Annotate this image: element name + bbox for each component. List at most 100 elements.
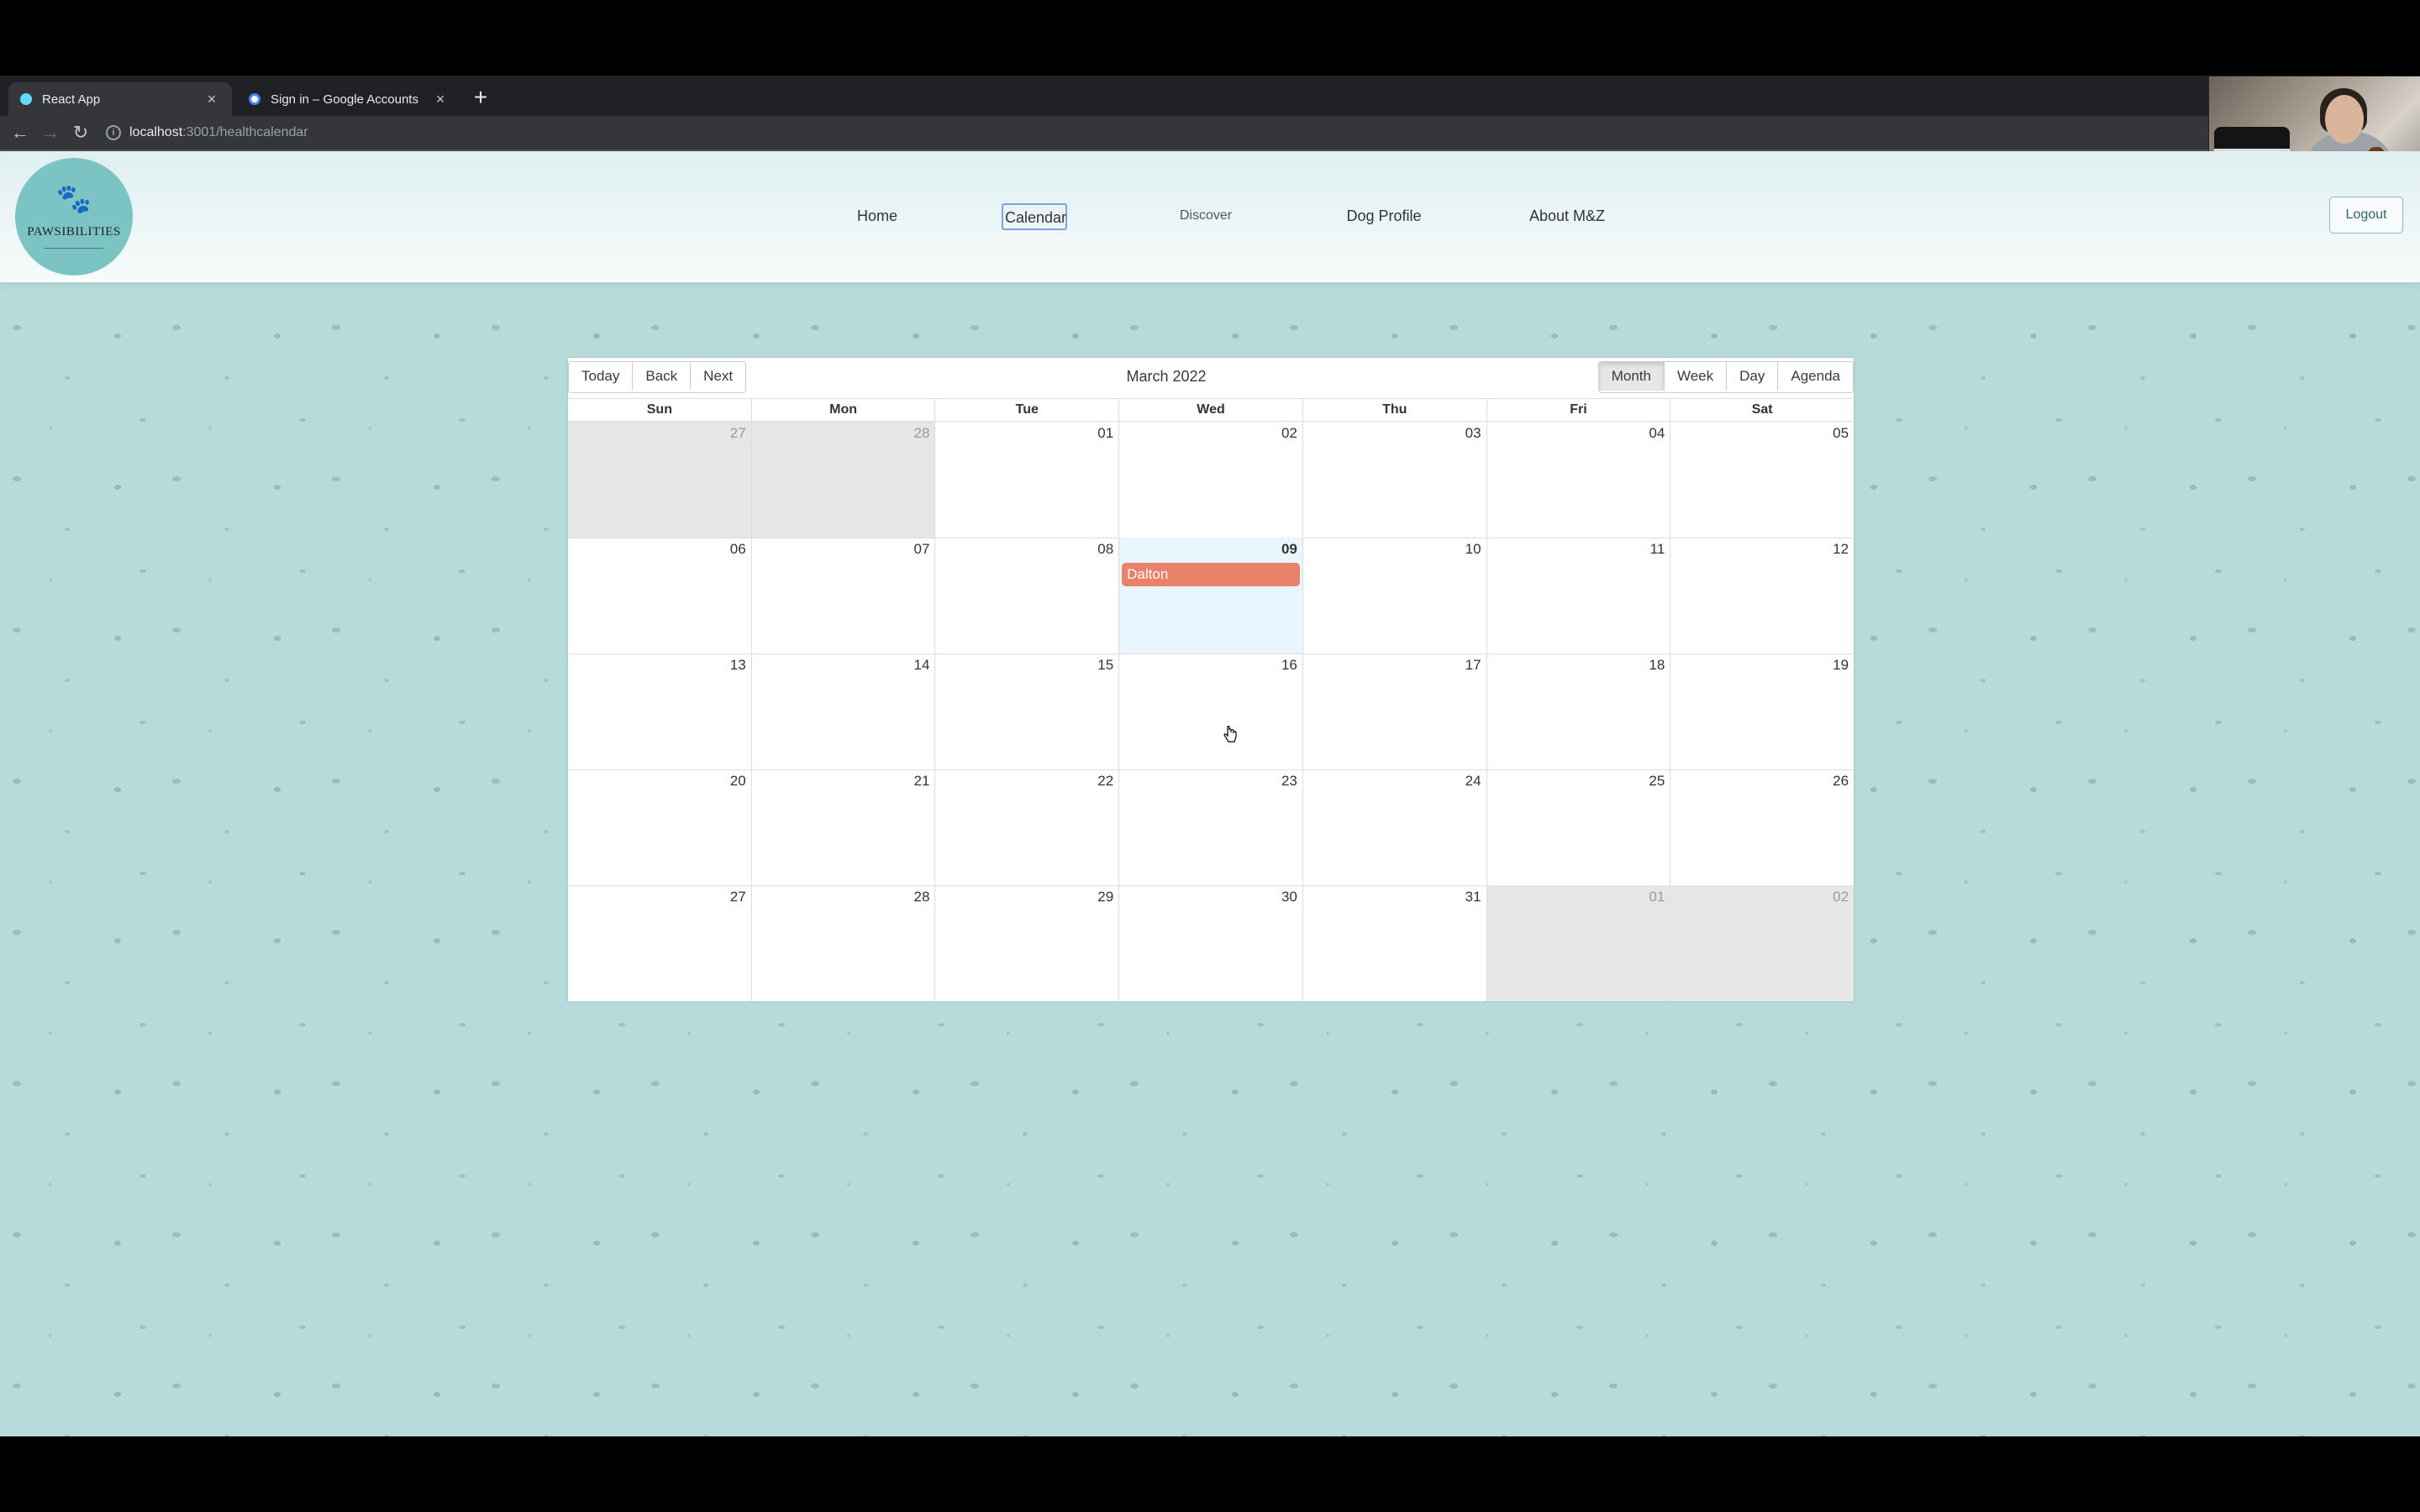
day-cell[interactable]: 05	[1670, 422, 1854, 538]
calendar-event[interactable]: Dalton	[1122, 563, 1300, 586]
forward-arrow-icon[interactable]: →	[39, 121, 62, 144]
day-cell[interactable]: 02	[1670, 885, 1854, 1001]
nav-dog-profile[interactable]: Dog Profile	[1338, 203, 1430, 230]
day-cell[interactable]: 03	[1303, 422, 1487, 538]
logout-button[interactable]: Logout	[2329, 197, 2403, 234]
day-number[interactable]: 01	[1649, 889, 1665, 906]
day-cell[interactable]: 10	[1303, 538, 1487, 654]
day-number[interactable]: 23	[1281, 773, 1297, 790]
day-cell[interactable]: 11	[1487, 538, 1671, 654]
day-number[interactable]: 17	[1465, 657, 1481, 674]
nav-calendar[interactable]: Calendar	[1002, 203, 1067, 230]
day-cell[interactable]: 27	[568, 422, 752, 538]
view-agenda-button[interactable]: Agenda	[1778, 362, 1853, 391]
day-number[interactable]: 27	[730, 889, 746, 906]
day-number[interactable]: 11	[1650, 541, 1665, 558]
view-month-button[interactable]: Month	[1598, 362, 1665, 391]
day-cell[interactable]: 20	[568, 769, 752, 885]
info-icon[interactable]: i	[106, 125, 121, 140]
day-number[interactable]: 20	[730, 773, 746, 790]
address-bar[interactable]: i localhost :3001/healthcalendar	[106, 119, 308, 146]
day-number[interactable]: 12	[1833, 541, 1849, 558]
nav-about[interactable]: About M&Z	[1521, 203, 1613, 230]
view-button-group: Month Week Day Agenda	[1597, 361, 1854, 393]
day-cell[interactable]: 25	[1487, 769, 1671, 885]
hand-cursor-icon	[1223, 726, 1237, 743]
day-cell[interactable]: 21	[752, 769, 936, 885]
month-view: Sun Mon Tue Wed Thu Fri Sat 27 28 01 02 03 04…	[568, 398, 1854, 1002]
day-number[interactable]: 05	[1833, 425, 1849, 442]
day-cell[interactable]: 01	[935, 422, 1120, 538]
day-number[interactable]: 29	[1097, 889, 1113, 906]
day-cell[interactable]: 28	[751, 422, 936, 538]
day-cell[interactable]: 29	[935, 885, 1120, 1001]
day-cell[interactable]: 22	[935, 769, 1120, 885]
day-cell[interactable]: 24	[1303, 769, 1487, 885]
day-number[interactable]: 18	[1649, 657, 1665, 674]
day-number[interactable]: 16	[1281, 657, 1297, 674]
close-icon[interactable]: ×	[203, 91, 220, 108]
day-cell[interactable]: 12	[1670, 538, 1854, 654]
day-cell[interactable]: 14	[752, 654, 936, 769]
day-number[interactable]: 21	[914, 773, 930, 790]
day-cell[interactable]: 30	[1119, 885, 1303, 1001]
day-number[interactable]: 07	[914, 541, 930, 558]
day-cell[interactable]: 28	[752, 885, 936, 1001]
day-number[interactable]: 02	[1281, 425, 1297, 442]
site-logo[interactable]: 🐾 PAWSIBILITIES	[15, 158, 133, 276]
paw-icon: 🐾	[55, 183, 92, 215]
day-cell[interactable]: 02	[1119, 422, 1303, 538]
day-number[interactable]: 28	[914, 425, 930, 442]
day-number[interactable]: 10	[1465, 541, 1481, 558]
day-number[interactable]: 02	[1833, 889, 1849, 906]
day-cell[interactable]: 18	[1487, 654, 1671, 769]
day-number[interactable]: 19	[1833, 657, 1849, 674]
day-number[interactable]: 26	[1833, 773, 1849, 790]
day-cell[interactable]: 31	[1303, 885, 1487, 1001]
day-number[interactable]: 04	[1649, 425, 1665, 442]
day-cell[interactable]: 01	[1486, 885, 1671, 1001]
day-cell-today[interactable]: 09 Dalton	[1119, 538, 1303, 654]
day-number[interactable]: 01	[1097, 425, 1113, 442]
nav-discover[interactable]: Discover	[1171, 203, 1240, 230]
view-day-button[interactable]: Day	[1727, 362, 1779, 391]
nav-home[interactable]: Home	[845, 203, 909, 230]
day-cell[interactable]: 07	[752, 538, 936, 654]
day-number[interactable]: 13	[730, 657, 746, 674]
day-number[interactable]: 09	[1281, 541, 1297, 558]
tab-react-app[interactable]: React App ×	[8, 82, 232, 116]
day-cell[interactable]: 23	[1119, 769, 1303, 885]
logo-text: PAWSIBILITIES	[27, 225, 121, 239]
day-number[interactable]: 06	[730, 541, 746, 558]
day-number[interactable]: 30	[1281, 889, 1297, 906]
browser-toolbar: ← → ↻ i localhost :3001/healthcalendar	[0, 116, 2420, 151]
day-number[interactable]: 27	[730, 425, 746, 442]
view-week-button[interactable]: Week	[1664, 362, 1728, 391]
react-icon	[20, 93, 32, 105]
day-number[interactable]: 22	[1097, 773, 1113, 790]
day-number[interactable]: 25	[1649, 773, 1665, 790]
back-arrow-icon[interactable]: ←	[8, 121, 32, 144]
new-tab-button[interactable]: +	[469, 86, 492, 111]
tab-google-signin[interactable]: Sign in – Google Accounts ×	[237, 82, 460, 116]
day-cell[interactable]: 16	[1119, 654, 1303, 769]
day-cell[interactable]: 13	[568, 654, 752, 769]
close-icon[interactable]: ×	[432, 91, 449, 108]
day-cell[interactable]: 19	[1670, 654, 1854, 769]
day-cell[interactable]: 17	[1303, 654, 1487, 769]
day-cell[interactable]: 27	[568, 885, 752, 1001]
day-cell[interactable]: 04	[1487, 422, 1671, 538]
day-cell[interactable]: 15	[935, 654, 1120, 769]
calendar: Today Back Next March 2022 Month Week Da…	[568, 358, 1854, 1001]
day-cell[interactable]: 08	[935, 538, 1120, 654]
day-number[interactable]: 15	[1097, 657, 1113, 674]
day-number[interactable]: 31	[1465, 889, 1481, 906]
day-number[interactable]: 14	[914, 657, 930, 674]
reload-icon[interactable]: ↻	[69, 121, 92, 144]
day-cell[interactable]: 26	[1670, 769, 1854, 885]
day-number[interactable]: 24	[1465, 773, 1481, 790]
day-number[interactable]: 03	[1465, 425, 1481, 442]
day-number[interactable]: 28	[914, 889, 930, 906]
day-cell[interactable]: 06	[568, 538, 752, 654]
day-number[interactable]: 08	[1097, 541, 1113, 558]
